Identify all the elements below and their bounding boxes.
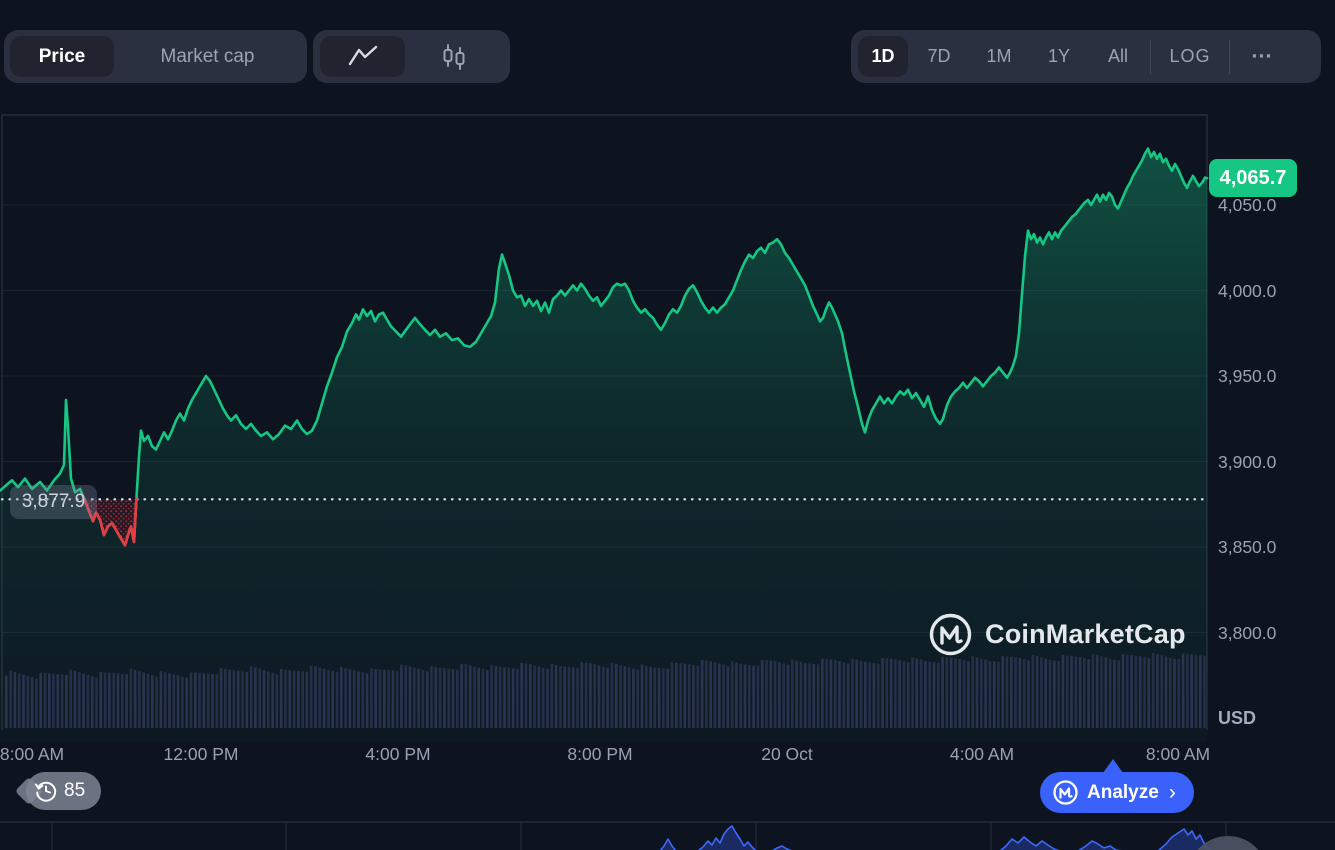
x-axis-label: 8:00 PM	[545, 744, 655, 764]
open-price-label: 3,877.9	[10, 485, 97, 519]
y-axis-label: 3,800.0	[1218, 623, 1328, 643]
history-clock-icon	[34, 779, 58, 803]
candlestick-chart-button[interactable]	[405, 36, 503, 77]
range-1y[interactable]: 1Y	[1030, 36, 1088, 77]
analyze-tooltip-tail	[1103, 759, 1123, 773]
cmc-price-chart-panel: Price Market cap 1D 7D 1M 1Y All LOG ···	[0, 0, 1335, 850]
x-axis-label: 4:00 PM	[343, 744, 453, 764]
y-axis-label: 3,900.0	[1218, 452, 1328, 472]
coinmarketcap-watermark: CoinMarketCap	[928, 612, 1186, 657]
navigator-strip[interactable]	[0, 822, 1335, 850]
toolbar-divider	[1229, 40, 1230, 74]
x-axis-label: 12:00 PM	[146, 744, 256, 764]
x-axis-label: 8:00 AM	[0, 744, 87, 764]
price-chart[interactable]	[0, 0, 1335, 850]
coinmarketcap-logo-icon	[928, 612, 973, 657]
tab-price[interactable]: Price	[10, 36, 114, 77]
more-options-button[interactable]: ···	[1234, 36, 1290, 77]
y-axis-label: 4,050.0	[1218, 195, 1328, 215]
line-chart-button[interactable]	[320, 36, 405, 77]
range-7d[interactable]: 7D	[910, 36, 968, 77]
range-1d[interactable]: 1D	[858, 36, 908, 77]
watermark-text: CoinMarketCap	[985, 619, 1186, 650]
currency-unit-label: USD	[1218, 708, 1256, 729]
analyze-label: Analyze	[1087, 782, 1159, 804]
toolbar-divider	[1150, 40, 1151, 74]
analyze-button[interactable]: Analyze ›	[1040, 772, 1194, 813]
x-axis-label: 20 Oct	[732, 744, 842, 764]
range-1m[interactable]: 1M	[970, 36, 1028, 77]
analyze-logo-icon	[1052, 779, 1079, 806]
x-axis-label: 8:00 AM	[1123, 744, 1233, 764]
line-chart-icon	[346, 44, 380, 70]
y-axis-label: 3,950.0	[1218, 366, 1328, 386]
tab-market-cap[interactable]: Market cap	[114, 36, 301, 77]
history-badge[interactable]: 85	[26, 772, 101, 810]
candlestick-icon	[439, 42, 469, 72]
log-scale-button[interactable]: LOG	[1155, 36, 1225, 77]
history-count: 85	[64, 780, 85, 802]
y-axis-label: 4,000.0	[1218, 281, 1328, 301]
x-axis-label: 4:00 AM	[927, 744, 1037, 764]
range-toggle: 1D 7D 1M 1Y All LOG ···	[851, 30, 1321, 83]
current-price-badge: 4,065.7	[1209, 159, 1297, 197]
range-all[interactable]: All	[1090, 36, 1146, 77]
chart-type-toggle	[313, 30, 510, 83]
chevron-right-icon: ›	[1169, 781, 1176, 805]
y-axis-label: 3,850.0	[1218, 537, 1328, 557]
metric-toggle: Price Market cap	[4, 30, 307, 83]
